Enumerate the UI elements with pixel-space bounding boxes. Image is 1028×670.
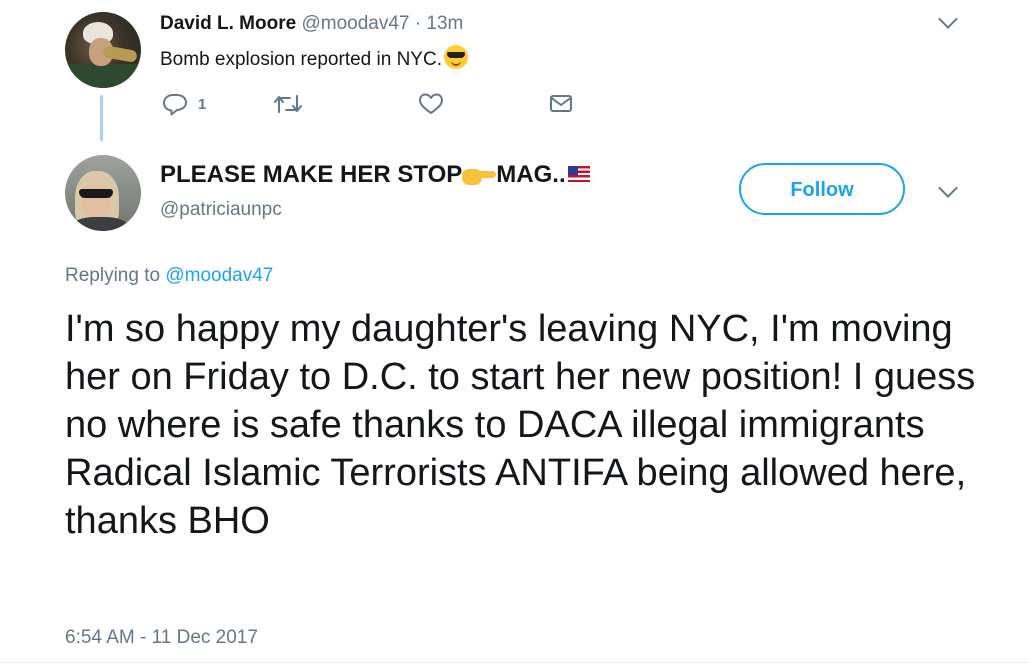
heart-icon [419,93,443,114]
reply-button[interactable]: 1 [162,92,206,116]
tweet-time[interactable]: 13m [426,13,463,34]
avatar[interactable] [65,12,141,88]
author-name: PLEASE MAKE HER STOP [160,161,463,188]
reply-icon [163,94,187,116]
replying-to: Replying to @moodav47 [65,264,273,288]
tweet-timestamp[interactable]: 6:54 AM - 11 Dec 2017 [65,626,258,650]
tweet-text: I'm so happy my daughter's leaving NYC, … [65,308,976,542]
tweet-thread: David L. Moore @moodav47 · 13m Bomb expl… [0,0,1028,670]
sunglasses-emoji-icon [443,45,468,69]
replying-to-handle-link[interactable]: @moodav47 [165,265,273,286]
envelope-icon [550,95,572,112]
us-flag-emoji-icon [567,166,590,182]
tweet-actions: 1 [160,92,580,118]
avatar[interactable] [65,155,141,231]
thread-connector [100,95,103,141]
tweet-text: Bomb explosion reported in NYC. [160,49,442,70]
author-name[interactable]: David L. Moore [160,13,296,34]
separator: · [414,13,422,34]
divider [0,662,1028,663]
chevron-down-icon[interactable] [938,9,958,29]
parent-tweet-header: David L. Moore @moodav47 · 13m [160,12,463,36]
parent-tweet-text: Bomb explosion reported in NYC. [160,45,468,72]
follow-button[interactable]: Follow [739,163,905,215]
like-button[interactable] [418,92,444,116]
direct-message-button[interactable] [549,92,573,114]
reply-count: 1 [198,95,207,113]
author-name-row[interactable]: PLEASE MAKE HER STOP MAG.. [160,160,590,190]
author-handle[interactable]: @patriciaunpc [160,198,282,222]
author-handle[interactable]: @moodav47 [301,13,409,34]
chevron-down-icon[interactable] [938,178,958,198]
replying-to-label: Replying to [65,265,161,286]
pointing-right-emoji-icon [462,163,497,185]
author-name-suffix: MAG.. [496,161,566,188]
retweet-button[interactable] [273,92,303,116]
retweet-icon [274,95,302,113]
